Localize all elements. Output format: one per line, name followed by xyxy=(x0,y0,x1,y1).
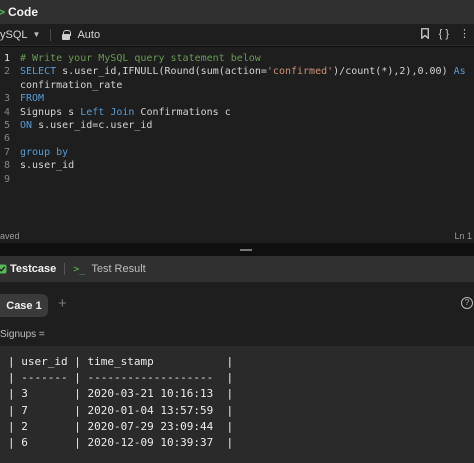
code-token: group by xyxy=(20,146,69,158)
table-row: | 2 | 2020-07-29 23:09:44 | xyxy=(8,419,234,433)
code-token: (action= xyxy=(218,66,267,78)
table-header-row: | user_id | time_stamp | xyxy=(8,355,234,368)
code-token: 'confirmed' xyxy=(266,66,334,78)
language-select[interactable]: ySQL ▼ xyxy=(0,29,40,41)
code-line[interactable]: 8 s.user_id xyxy=(0,159,474,173)
code-panel-header: > Code xyxy=(0,0,474,24)
checkbox-icon xyxy=(0,264,7,274)
editor-toolbar: ySQL ▼ Auto { } ⋮ xyxy=(0,24,474,46)
code-text: SELECT s.user_id,IFNULL(Round(sum(action… xyxy=(20,65,466,79)
code-token: Round xyxy=(164,66,195,78)
code-text: ON s.user_id=c.user_id xyxy=(20,119,152,133)
chevron-down-icon: ▼ xyxy=(32,30,41,39)
saved-status: aved xyxy=(0,231,20,241)
code-token: # Write your MySQL query statement below xyxy=(20,53,261,64)
add-case-icon[interactable]: + xyxy=(58,295,67,312)
tab-test-result[interactable]: >_ Test Result xyxy=(73,263,145,275)
code-token: As xyxy=(453,66,466,78)
lock-icon xyxy=(61,29,72,40)
code-text: FROM xyxy=(20,92,44,106)
toolbar-divider xyxy=(50,28,52,41)
terminal-icon: >_ xyxy=(73,263,86,275)
code-token: sum xyxy=(200,66,219,78)
table-row: | 7 | 2020-01-04 13:57:59 | xyxy=(8,403,234,417)
code-line[interactable]: 2 SELECT s.user_id,IFNULL(Round(sum(actio… xyxy=(0,65,474,79)
signups-table-input[interactable]: | user_id | time_stamp | | ------- | ----… xyxy=(0,346,474,463)
more-icon[interactable]: ⋮ xyxy=(459,27,470,40)
code-token: IFNULL xyxy=(122,66,159,78)
drag-handle-icon[interactable] xyxy=(240,249,252,251)
code-token: )/ xyxy=(333,66,346,78)
code-token: ) xyxy=(441,66,454,78)
table-input-label: Signups = xyxy=(0,330,474,346)
code-line[interactable]: 5 ON s.user_id=c.user_id xyxy=(0,119,474,133)
line-number: 4 xyxy=(3,106,10,118)
line-number: 7 xyxy=(3,146,10,158)
code-token: s.user_id=c.user_id xyxy=(32,120,153,131)
code-line[interactable]: 7 group by xyxy=(0,146,474,160)
toolbar-right-icons: { } ⋮ xyxy=(420,27,470,40)
code-token: 0.00 xyxy=(417,66,442,78)
code-panel-title: Code xyxy=(8,5,38,19)
code-text: # Write your MySQL query statement below xyxy=(20,52,261,66)
code-token: count xyxy=(345,66,376,78)
line-number: 1 xyxy=(3,53,10,64)
line-number: 8 xyxy=(3,160,10,172)
testcase-selector: Case 1 + ? xyxy=(0,282,474,330)
panel-splitter[interactable] xyxy=(0,246,474,254)
code-line[interactable]: 6 xyxy=(0,132,474,146)
code-text: s.user_id xyxy=(20,159,74,173)
table-row: | 6 | 2020-12-09 10:39:37 | xyxy=(8,436,234,449)
code-token: (*), xyxy=(375,66,400,78)
language-label: ySQL xyxy=(0,28,28,41)
tab-test-result-label: Test Result xyxy=(91,263,146,275)
help-icon[interactable]: ? xyxy=(461,297,473,309)
code-token: s.user_id xyxy=(20,160,75,172)
table-separator-row: | ------- | ------------------- | xyxy=(8,371,234,385)
tab-testcase-label: Testcase xyxy=(10,263,57,275)
code-token: ), xyxy=(405,66,418,78)
code-icon: > xyxy=(0,5,6,19)
tab-testcase[interactable]: Testcase xyxy=(0,263,56,275)
code-editor[interactable]: 1 # Write your MySQL query statement belo… xyxy=(0,47,474,243)
code-line[interactable]: 4 Signups s Left Join Confirmations c xyxy=(0,106,474,120)
code-token: Signups s xyxy=(20,106,81,118)
mode-label[interactable]: Auto xyxy=(77,29,100,41)
code-token: Confirmations c xyxy=(134,106,231,118)
case-1-button[interactable]: Case 1 xyxy=(0,294,48,317)
tab-divider xyxy=(64,263,66,275)
line-number: 9 xyxy=(3,173,10,185)
code-token: FROM xyxy=(20,93,45,105)
code-line[interactable]: 9 xyxy=(0,173,474,187)
code-token: SELECT xyxy=(20,66,63,78)
code-text: confirmation_rate xyxy=(20,79,122,93)
code-line[interactable]: 3 FROM xyxy=(0,92,474,106)
code-token: Left Join xyxy=(80,106,135,118)
code-text: group by xyxy=(20,146,68,160)
editor-status-bar: aved Ln 1 xyxy=(0,228,474,244)
line-number: 2 xyxy=(3,66,10,78)
line-number: 3 xyxy=(3,93,10,105)
braces-icon[interactable]: { } xyxy=(439,28,449,40)
table-row: | 3 | 2020-03-21 10:16:13 | xyxy=(8,387,234,401)
code-text: Signups s Left Join Confirmations c xyxy=(20,106,231,120)
code-token: s.user_id, xyxy=(62,66,123,78)
line-number: 6 xyxy=(3,133,10,145)
code-line[interactable]: confirmation_rate xyxy=(0,79,474,93)
code-line[interactable]: 1 # Write your MySQL query statement belo… xyxy=(0,52,474,66)
bookmark-icon[interactable] xyxy=(420,28,429,39)
line-number: 5 xyxy=(3,120,10,131)
code-token: confirmation_rate xyxy=(20,79,123,91)
code-token: ON xyxy=(20,120,33,131)
bottom-tabs-bar: Testcase >_ Test Result xyxy=(0,256,474,282)
cursor-position: Ln 1 xyxy=(454,231,472,241)
